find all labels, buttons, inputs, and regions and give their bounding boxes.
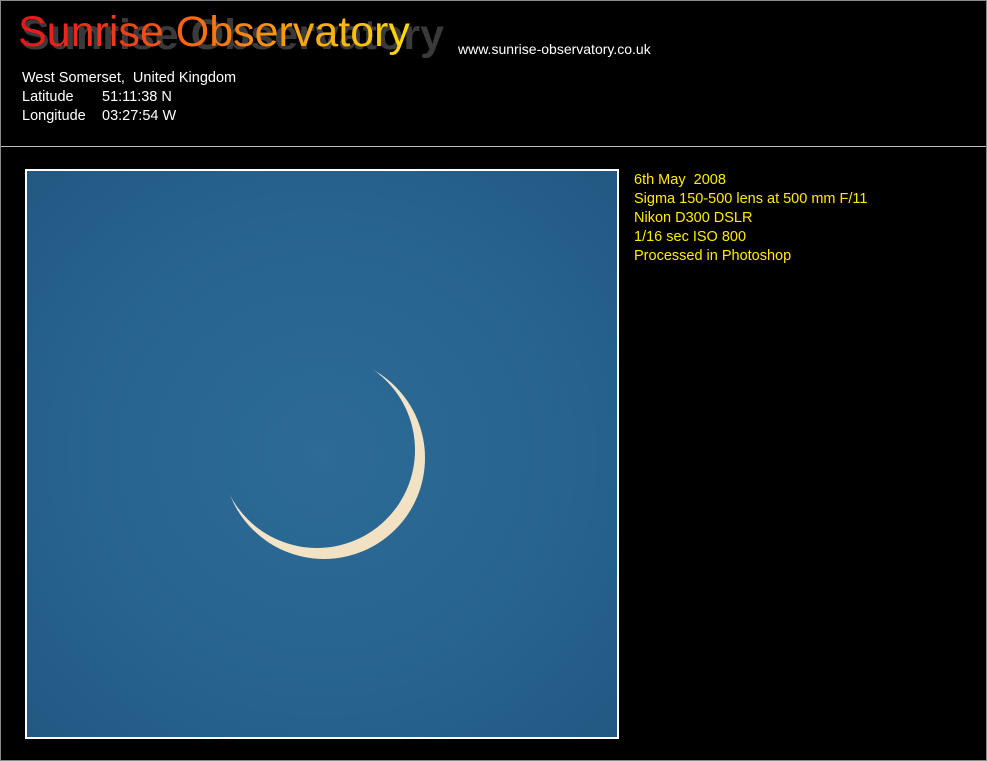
crescent-moon-image: [27, 171, 617, 737]
location-info: West Somerset, United Kingdom Latitude 51…: [22, 69, 236, 126]
latitude-value: 51:11:38 N: [102, 89, 172, 105]
photo-details: 6th May 2008 Sigma 150-500 lens at 500 m…: [634, 171, 867, 266]
detail-exposure: 1/16 sec ISO 800: [634, 229, 747, 245]
site-title: Sunrise Observatory: [18, 8, 410, 56]
detail-camera: Nikon D300 DSLR: [634, 210, 753, 226]
location-place: West Somerset, United Kingdom: [22, 70, 237, 86]
latitude-row: Latitude 51:11:38 N: [22, 88, 236, 107]
detail-date: 6th May 2008: [634, 172, 726, 188]
longitude-row: Longitude 03:27:54 W: [22, 107, 236, 126]
moon-photo: [25, 169, 619, 739]
site-url-link[interactable]: www.sunrise-observatory.co.uk: [458, 41, 651, 57]
latitude-label: Latitude: [22, 89, 74, 105]
detail-processing: Processed in Photoshop: [634, 248, 792, 264]
longitude-value: 03:27:54 W: [102, 108, 177, 124]
header-divider: [1, 146, 986, 147]
longitude-label: Longitude: [22, 108, 86, 124]
detail-lens: Sigma 150-500 lens at 500 mm F/11: [634, 191, 868, 207]
crescent-moon: [27, 171, 617, 737]
